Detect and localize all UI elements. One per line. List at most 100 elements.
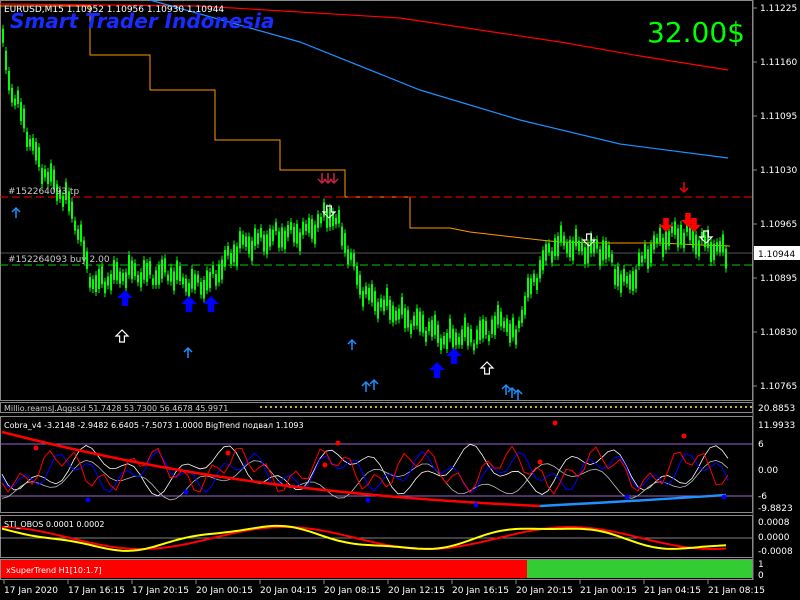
candle-body [689, 227, 691, 241]
candle-body [296, 223, 298, 244]
info-dot [515, 406, 517, 408]
info-dot [455, 406, 457, 408]
candle-body [107, 276, 109, 286]
info-dot [445, 406, 447, 408]
info-dot [390, 406, 392, 408]
candle-body [605, 240, 607, 260]
candle-body [581, 241, 583, 252]
info-panel-axis: 20.8853 [758, 404, 795, 414]
price-tick-label: 1.10830 [760, 328, 797, 338]
osc-blue-dot [85, 497, 91, 503]
candle-body [62, 195, 64, 207]
info-dot [500, 406, 502, 408]
info-dot [315, 406, 317, 408]
osc-red-dot [33, 445, 39, 451]
candle-body [221, 259, 223, 280]
candle-body [575, 228, 577, 247]
candle-body [224, 250, 226, 267]
strong-buy-arrow-icon [181, 296, 197, 312]
candle-body [365, 286, 367, 295]
candle-body [149, 261, 151, 275]
osc-red-dot [552, 420, 558, 426]
candle-body [206, 270, 208, 291]
watermark-title: Smart Trader Indonesia [10, 9, 274, 33]
candle-body [398, 308, 400, 320]
info-dot [325, 406, 327, 408]
candle-body [350, 252, 352, 260]
sti-obos-lines [1, 524, 727, 552]
info-dot [550, 406, 552, 408]
candle-body [347, 249, 349, 265]
candle-body [422, 314, 424, 333]
info-dot [660, 406, 662, 408]
candle-body [23, 108, 25, 129]
big-trend-red [1, 430, 541, 508]
candle-body [392, 305, 394, 323]
candle-body [155, 270, 157, 285]
info-dot [280, 406, 282, 408]
candle-body [680, 224, 682, 245]
oscillator-panel[interactable] [0, 416, 753, 513]
candle-body [287, 224, 289, 238]
info-dot [525, 406, 527, 408]
time-tick-label: 20 Jan 00:15 [196, 586, 253, 596]
oscillator-lines [1, 420, 729, 508]
info-dot [420, 406, 422, 408]
candle-body [698, 240, 700, 257]
candle-body [89, 276, 91, 288]
info-dot [435, 406, 437, 408]
strong-buy-arrow-icon [203, 296, 219, 312]
info-dot [565, 406, 567, 408]
info-dot [475, 406, 477, 408]
candle-body [176, 260, 178, 281]
candle-body [269, 228, 271, 247]
info-dot [520, 406, 522, 408]
info-dot [320, 406, 322, 408]
info-dot [530, 406, 532, 408]
buy-order-label: #152264093 buy 2.00 [8, 255, 110, 265]
candle-body [635, 269, 637, 289]
candle-body [152, 278, 154, 285]
candle-body [416, 308, 418, 326]
candle-body [98, 268, 100, 289]
candle-body [623, 268, 625, 282]
candle-body [380, 298, 382, 308]
signal-arrows [11, 173, 714, 400]
candle-body [8, 70, 10, 91]
info-dot [700, 406, 702, 408]
info-dot [710, 406, 712, 408]
candle-body [275, 222, 277, 232]
info-dot [505, 406, 507, 408]
candle-body [521, 310, 523, 323]
candle-body [656, 237, 658, 244]
main-price-panel[interactable] [0, 0, 753, 401]
candle-body [659, 227, 661, 243]
xst-axis-label: 0 [758, 571, 764, 581]
info-dot [695, 406, 697, 408]
time-tick-label: 21 Jan 00:15 [580, 586, 637, 596]
info-dot [450, 406, 452, 408]
tp-order-label: #152264093 tp [8, 187, 79, 197]
candle-body [161, 259, 163, 279]
trading-chart[interactable]: EURUSD,M15 1.10952 1.10956 1.10930 1.109… [0, 0, 800, 600]
candle-body [530, 278, 532, 295]
candle-body [515, 329, 517, 345]
candle-body [74, 220, 76, 231]
info-dot [595, 406, 597, 408]
candle-body [182, 277, 184, 285]
info-dot [635, 406, 637, 408]
candle-body [458, 336, 460, 345]
info-dot [540, 406, 542, 408]
candle-body [677, 228, 679, 248]
info-dot [335, 406, 337, 408]
price-axis: 1.11225 1.11160 1.11095 1.11030 1.10965 1.108… [753, 4, 797, 392]
candle-body [29, 139, 31, 147]
candle-body [473, 343, 475, 351]
candle-body [293, 226, 295, 243]
sti-obos-panel[interactable] [0, 515, 753, 558]
sti-axis-label: 0.0000 [758, 533, 790, 543]
candle-body [542, 250, 544, 271]
candle-body [359, 274, 361, 295]
strong-sell-arrow-icon [659, 218, 673, 232]
candle-body [95, 275, 97, 293]
